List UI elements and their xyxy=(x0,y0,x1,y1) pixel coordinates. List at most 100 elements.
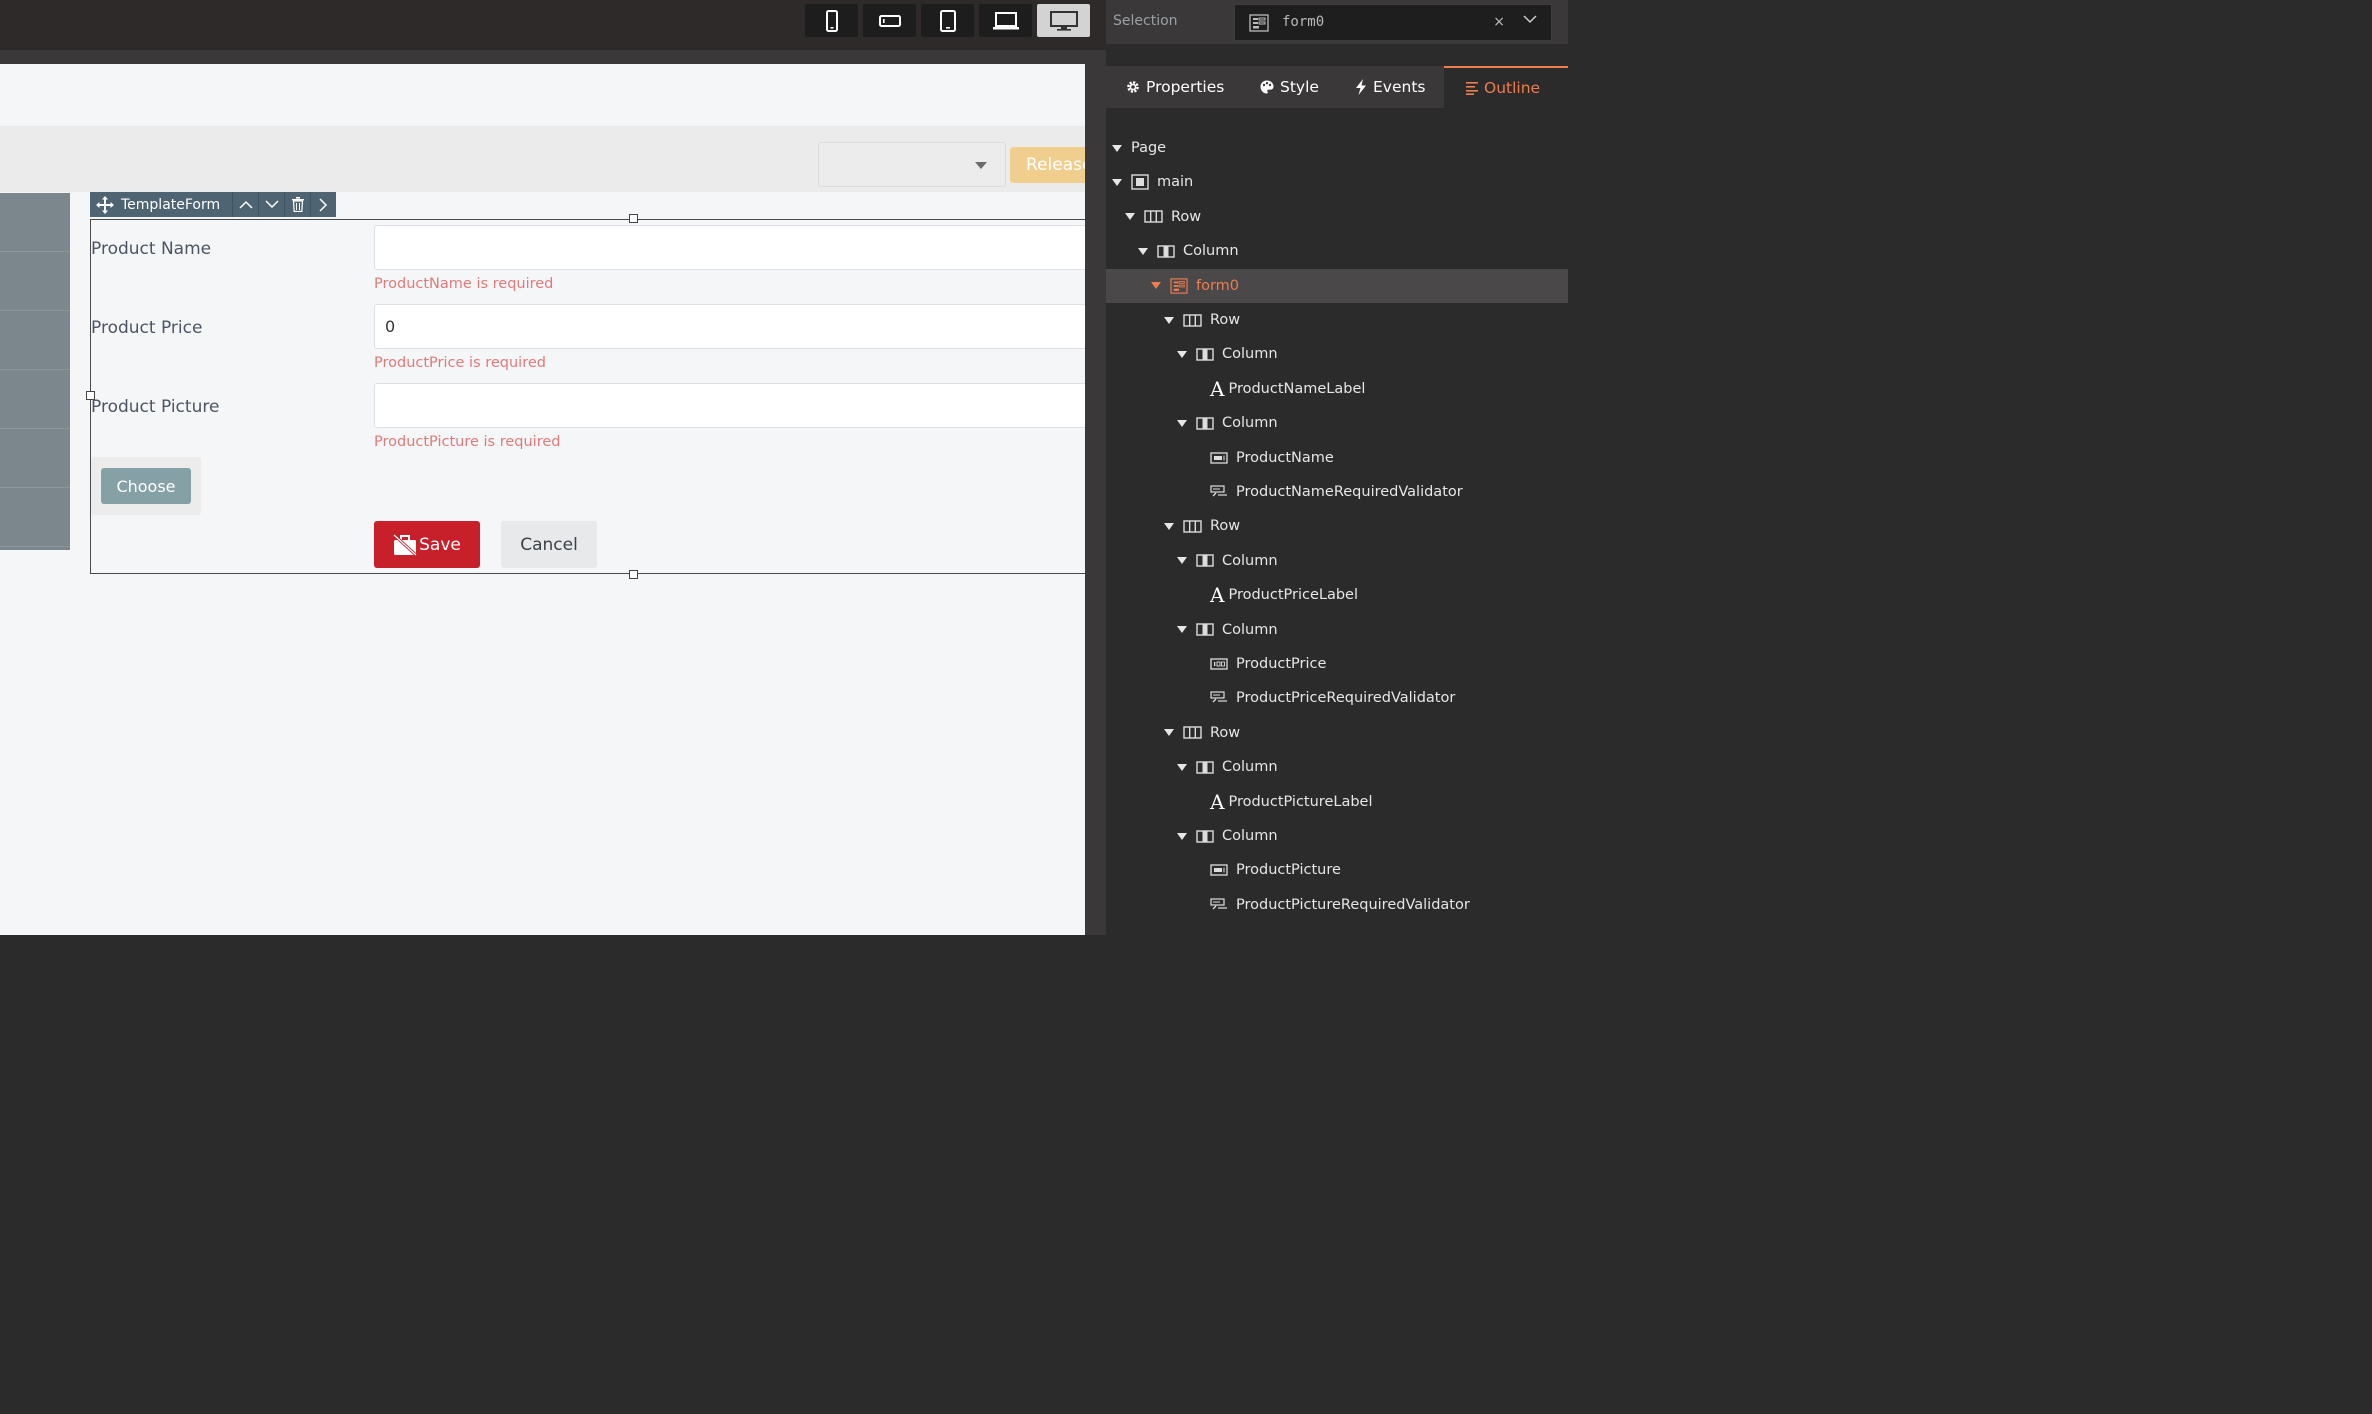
column-icon xyxy=(1196,760,1214,774)
outline-node-label: ProductPictureLabel xyxy=(1228,793,1373,810)
expand-caret-icon[interactable] xyxy=(1164,729,1174,737)
resize-handle-bottom[interactable] xyxy=(629,570,638,579)
outline-node-column[interactable]: Column xyxy=(1106,406,1568,440)
expand-caret-icon[interactable] xyxy=(1177,419,1187,427)
outline-node-product-price[interactable]: ProductPrice xyxy=(1106,647,1568,681)
outline-node-form0[interactable]: form0 xyxy=(1106,268,1568,303)
outline-node-column[interactable]: Column xyxy=(1106,819,1568,853)
tab-properties-label: Properties xyxy=(1146,78,1225,96)
outline-node-main[interactable]: main xyxy=(1106,165,1568,199)
container-icon xyxy=(1131,174,1149,191)
save-button[interactable]: Save xyxy=(374,521,480,568)
chevron-up-icon xyxy=(239,200,253,209)
outline-node-product-picture-required-validator[interactable]: ProductPictureRequiredValidator xyxy=(1106,888,1568,922)
sidebar-cell xyxy=(0,488,70,547)
expand-caret-icon[interactable] xyxy=(1177,763,1187,771)
tab-outline[interactable]: Outline xyxy=(1444,66,1568,108)
desktop-button[interactable] xyxy=(1037,4,1090,37)
phone-landscape-button[interactable] xyxy=(863,4,916,37)
release-button[interactable]: Release xyxy=(1010,147,1085,183)
outline-node-product-name-label[interactable]: A ProductNameLabel xyxy=(1106,372,1568,406)
sidebar-cell xyxy=(0,311,70,370)
outline-node-row[interactable]: Row xyxy=(1106,509,1568,543)
expand-caret-icon[interactable] xyxy=(1177,626,1187,634)
resize-handle-top[interactable] xyxy=(629,214,638,223)
selection-dropdown[interactable]: form0 × xyxy=(1234,4,1552,41)
expand-caret-icon[interactable] xyxy=(1164,522,1174,530)
move-handle[interactable]: TemplateForm xyxy=(90,192,233,217)
outline-node-product-picture-label[interactable]: A ProductPictureLabel xyxy=(1106,785,1568,819)
selection-row: Selection form0 × xyxy=(1106,0,1568,44)
sidebar-cell xyxy=(0,370,70,429)
chevron-down-icon xyxy=(265,200,279,209)
outline-node-label: Row xyxy=(1210,724,1241,741)
product-picture-label: Product Picture xyxy=(91,397,220,417)
cancel-button[interactable]: Cancel xyxy=(501,521,597,568)
expand-caret-icon[interactable] xyxy=(1177,350,1187,358)
outline-node-label: main xyxy=(1157,174,1194,191)
row-icon xyxy=(1183,520,1202,533)
choose-file-button[interactable]: Choose xyxy=(101,468,191,504)
gear-icon xyxy=(1127,81,1139,93)
tab-outline-label: Outline xyxy=(1484,79,1541,97)
outline-node-row[interactable]: Row xyxy=(1106,716,1568,750)
form-icon xyxy=(1170,277,1188,294)
move-down-button[interactable] xyxy=(258,192,284,217)
outline-node-label: ProductName xyxy=(1236,449,1334,466)
clear-selection-icon[interactable]: × xyxy=(1493,14,1505,30)
outline-node-label: Page xyxy=(1131,140,1167,156)
outline-node-column[interactable]: Column xyxy=(1106,750,1568,784)
validator-icon xyxy=(1210,691,1228,705)
product-picture-input[interactable] xyxy=(374,383,1085,428)
outline-node-column[interactable]: Column xyxy=(1106,544,1568,578)
briefcase-off-icon xyxy=(393,533,418,556)
version-dropdown[interactable] xyxy=(818,142,1006,187)
outline-node-label: Column xyxy=(1222,415,1278,432)
laptop-icon xyxy=(992,11,1019,29)
design-canvas[interactable]: Release TemplateForm Product Name Produc… xyxy=(0,64,1085,935)
phone-portrait-icon xyxy=(825,9,838,32)
outline-node-product-price-required-validator[interactable]: ProductPriceRequiredValidator xyxy=(1106,681,1568,715)
tab-events[interactable]: Events xyxy=(1341,66,1444,108)
outline-node-page[interactable]: Page xyxy=(1106,131,1568,165)
expand-caret-icon[interactable] xyxy=(1138,247,1148,255)
tab-properties[interactable]: Properties xyxy=(1106,66,1234,108)
laptop-button[interactable] xyxy=(979,4,1032,37)
outline-node-product-name-required-validator[interactable]: ProductNameRequiredValidator xyxy=(1106,475,1568,509)
outline-node-row[interactable]: Row xyxy=(1106,200,1568,234)
outline-node-column[interactable]: Column xyxy=(1106,337,1568,371)
row-icon xyxy=(1183,726,1202,739)
outline-node-row[interactable]: Row xyxy=(1106,303,1568,337)
expand-caret-icon[interactable] xyxy=(1112,178,1122,186)
product-picture-error: ProductPicture is required xyxy=(374,434,561,450)
tab-style[interactable]: Style xyxy=(1234,66,1341,108)
label-icon: A xyxy=(1210,583,1225,608)
textbox-icon xyxy=(1210,451,1228,464)
validator-icon xyxy=(1210,898,1228,912)
expand-caret-icon[interactable] xyxy=(1177,832,1187,840)
expand-caret-icon[interactable] xyxy=(1125,213,1135,221)
outline-node-label: Column xyxy=(1222,759,1278,776)
outline-node-product-picture[interactable]: ProductPicture xyxy=(1106,853,1568,887)
move-up-button[interactable] xyxy=(232,192,258,217)
expand-caret-icon[interactable] xyxy=(1164,316,1174,324)
product-price-input[interactable] xyxy=(374,304,1085,349)
tablet-button[interactable] xyxy=(921,4,974,37)
outline-node-label: Column xyxy=(1222,621,1278,638)
column-icon xyxy=(1196,348,1214,361)
expand-caret-icon[interactable] xyxy=(1112,144,1122,152)
outline-node-label: Column xyxy=(1222,828,1278,844)
outline-node-label: ProductPicture xyxy=(1236,862,1341,879)
expand-caret-icon[interactable] xyxy=(1177,557,1187,565)
outline-node-product-price-label[interactable]: A ProductPriceLabel xyxy=(1106,578,1568,612)
expand-caret-icon[interactable] xyxy=(1151,282,1161,290)
delete-button[interactable] xyxy=(284,192,310,217)
phone-portrait-button[interactable] xyxy=(805,4,858,37)
component-toolbar: TemplateForm xyxy=(90,192,337,217)
outline-node-column[interactable]: Column xyxy=(1106,234,1568,268)
chevron-down-icon[interactable] xyxy=(1523,15,1537,24)
outline-node-product-name[interactable]: ProductName xyxy=(1106,441,1568,475)
select-child-button[interactable] xyxy=(310,192,336,217)
product-name-input[interactable] xyxy=(374,225,1085,270)
outline-node-column[interactable]: Column xyxy=(1106,613,1568,647)
